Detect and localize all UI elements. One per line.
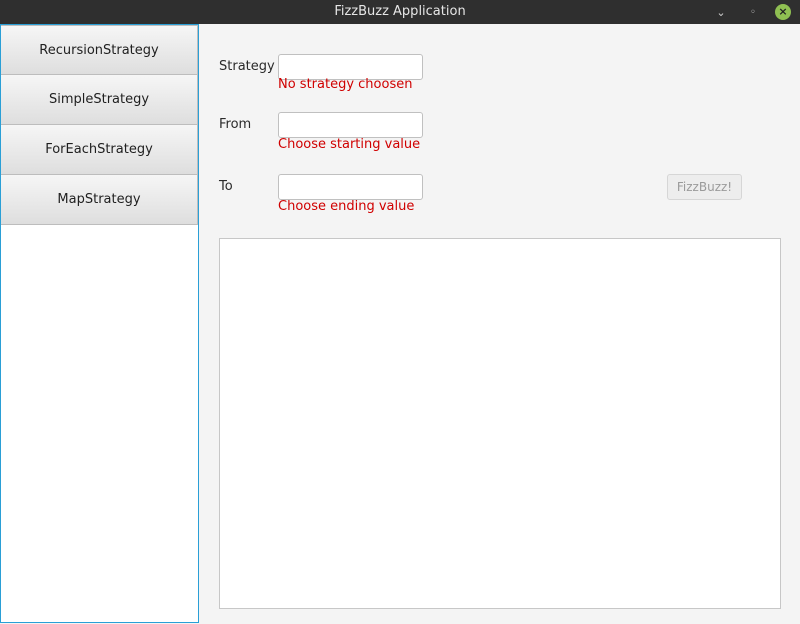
- sidebar-item-recursion-strategy[interactable]: RecursionStrategy: [1, 25, 198, 75]
- strategy-error: No strategy choosen: [278, 77, 413, 92]
- to-field[interactable]: [278, 174, 423, 200]
- maximize-icon[interactable]: ◦: [745, 4, 761, 20]
- output-area[interactable]: [219, 238, 781, 609]
- sidebar-item-map-strategy[interactable]: MapStrategy: [1, 175, 198, 225]
- strategy-sidebar: RecursionStrategy SimpleStrategy ForEach…: [0, 24, 199, 623]
- window-titlebar: FizzBuzz Application ⌄ ◦ ×: [0, 0, 800, 24]
- from-label: From: [219, 117, 252, 132]
- window-title: FizzBuzz Application: [334, 4, 466, 19]
- to-label: To: [219, 179, 233, 194]
- sidebar-item-foreach-strategy[interactable]: ForEachStrategy: [1, 125, 198, 175]
- minimize-icon[interactable]: ⌄: [713, 4, 729, 20]
- strategy-label: Strategy: [219, 59, 275, 74]
- fizzbuzz-button[interactable]: FizzBuzz!: [667, 174, 742, 200]
- to-error: Choose ending value: [278, 199, 415, 214]
- from-error: Choose starting value: [278, 137, 421, 152]
- close-icon[interactable]: ×: [775, 4, 791, 20]
- sidebar-item-simple-strategy[interactable]: SimpleStrategy: [1, 75, 198, 125]
- from-field[interactable]: [278, 112, 423, 138]
